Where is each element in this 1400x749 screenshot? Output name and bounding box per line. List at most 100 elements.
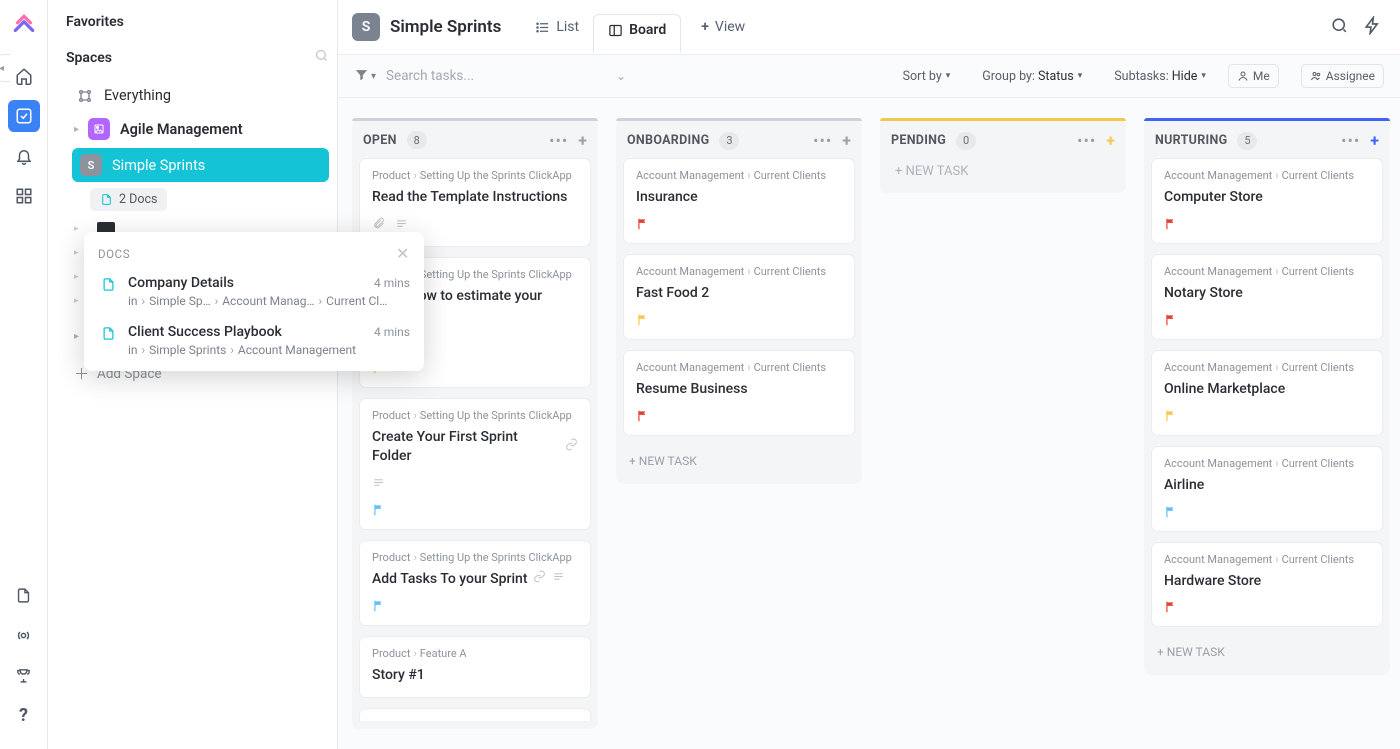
space-label: Agile Management <box>120 121 243 138</box>
add-task-icon[interactable]: + <box>842 131 851 150</box>
tasks-icon[interactable] <box>8 100 40 132</box>
column-menu-icon[interactable]: ••• <box>549 131 568 150</box>
task-breadcrumb: Product›Feature A <box>372 719 578 721</box>
task-card[interactable]: Account Management›Current Clients Resum… <box>623 350 855 436</box>
flag-icon <box>1164 600 1178 614</box>
task-breadcrumb: Account Management›Current Clients <box>636 169 842 182</box>
task-breadcrumb: Product›Setting Up the Sprints ClickApp <box>372 409 578 422</box>
add-task-icon[interactable]: + <box>578 131 587 150</box>
board-column: PENDING 0 ••• + + NEW TASK <box>880 118 1126 729</box>
task-card[interactable]: Account Management›Current Clients Onlin… <box>1151 350 1383 436</box>
add-task-icon[interactable]: + <box>1106 131 1115 150</box>
goals-icon[interactable] <box>8 659 40 691</box>
link-icon <box>565 438 578 457</box>
app-logo[interactable] <box>9 10 39 40</box>
automation-icon[interactable] <box>1363 16 1382 39</box>
filter-icon[interactable] <box>354 67 369 86</box>
board-column: OPEN 8 ••• + Product›Setting Up the Spri… <box>352 118 598 729</box>
flag-icon <box>1164 313 1178 327</box>
task-title: Add Tasks To your Sprint <box>372 570 578 589</box>
task-title: Fast Food 2 <box>636 284 842 303</box>
task-card[interactable]: Account Management›Current Clients Notar… <box>1151 254 1383 340</box>
search-icon[interactable] <box>314 48 329 67</box>
task-card[interactable]: Product›Feature A Story #2 <box>359 708 591 721</box>
page-badge: S <box>352 13 380 41</box>
search-icon[interactable] <box>1330 16 1349 39</box>
new-task-button[interactable]: + NEW TASK <box>621 446 857 476</box>
tab-list[interactable]: List <box>521 12 593 42</box>
task-breadcrumb: Account Management›Current Clients <box>636 265 842 278</box>
me-filter-button[interactable]: Me <box>1228 64 1279 88</box>
search-input[interactable] <box>386 68 526 84</box>
doc-icon <box>98 277 118 292</box>
subtasks-dropdown[interactable]: Subtasks:Hide ▾ <box>1114 69 1206 84</box>
task-title: Insurance <box>636 188 842 207</box>
space-badge: S <box>80 154 102 176</box>
help-icon[interactable]: ? <box>8 699 40 731</box>
doc-breadcrumb: in ›Simple Sp… ›Account Manag… ›Current … <box>128 294 410 308</box>
column-menu-icon[interactable]: ••• <box>1341 131 1360 150</box>
flag-icon <box>636 409 650 423</box>
sidebar-item-simple-sprints[interactable]: S Simple Sprints <box>72 148 329 182</box>
tab-add-view[interactable]: +View <box>687 12 759 42</box>
toolbar: ▾ ⌄ Sort by ▾ Group by:Status ▾ Subtasks… <box>338 55 1400 98</box>
sidebar-item-agile[interactable]: ▸ Agile Management <box>66 112 329 146</box>
docs-icon[interactable] <box>8 579 40 611</box>
sidebar-item-everything[interactable]: Everything <box>66 81 329 110</box>
board-column: ONBOARDING 3 ••• + Account Management›Cu… <box>616 118 862 729</box>
chevron-down-icon[interactable]: ⌄ <box>616 69 626 83</box>
doc-item[interactable]: Company Details4 mins in ›Simple Sp… ›Ac… <box>84 267 424 316</box>
column-count: 8 <box>407 131 427 149</box>
spaces-heading[interactable]: Spaces <box>66 50 112 66</box>
task-card[interactable]: Account Management›Current Clients Compu… <box>1151 158 1383 244</box>
favorites-heading[interactable]: Favorites <box>66 14 329 30</box>
caret-icon: ▸ <box>74 124 88 135</box>
dashboards-icon[interactable] <box>8 180 40 212</box>
tab-board[interactable]: Board <box>593 14 681 53</box>
task-breadcrumb: Account Management›Current Clients <box>1164 553 1370 566</box>
link-icon <box>533 570 546 589</box>
task-breadcrumb: Account Management›Current Clients <box>1164 361 1370 374</box>
task-title: Computer Store <box>1164 188 1370 207</box>
task-card[interactable]: Account Management›Current Clients Fast … <box>623 254 855 340</box>
column-name: ONBOARDING <box>627 133 709 148</box>
task-card[interactable]: Account Management›Current Clients Insur… <box>623 158 855 244</box>
task-card[interactable]: Account Management›Current Clients Hardw… <box>1151 542 1383 628</box>
assignee-filter-button[interactable]: Assignee <box>1301 64 1384 88</box>
task-title: Notary Store <box>1164 284 1370 303</box>
task-card[interactable]: Product›Feature A Story #1 <box>359 636 591 698</box>
sidebar-panel: Favorites Spaces Everything ▸ Agile Mana… <box>48 0 338 749</box>
column-name: PENDING <box>891 133 946 148</box>
task-title: Hardware Store <box>1164 572 1370 591</box>
sort-by-dropdown[interactable]: Sort by ▾ <box>903 69 951 84</box>
docs-pill-row[interactable]: 2 Docs <box>76 188 329 211</box>
doc-item[interactable]: Client Success Playbook4 mins in ›Simple… <box>84 316 424 365</box>
new-task-button[interactable]: + NEW TASK <box>885 158 1121 185</box>
task-breadcrumb: Account Management›Current Clients <box>1164 265 1370 278</box>
flag-icon <box>636 217 650 231</box>
group-by-dropdown[interactable]: Group by:Status ▾ <box>982 69 1082 84</box>
flag-icon <box>1164 505 1178 519</box>
task-title: Resume Business <box>636 380 842 399</box>
column-name: NURTURING <box>1155 133 1227 148</box>
column-menu-icon[interactable]: ••• <box>813 131 832 150</box>
column-menu-icon[interactable]: ••• <box>1077 131 1096 150</box>
list-icon <box>535 20 550 35</box>
task-title: Online Marketplace <box>1164 380 1370 399</box>
add-task-icon[interactable]: + <box>1370 131 1379 150</box>
docs-popover-title: DOCS <box>98 247 130 261</box>
task-card[interactable]: Product›Setting Up the Sprints ClickApp … <box>359 540 591 626</box>
docs-popover: DOCS ✕ Company Details4 mins in ›Simple … <box>84 232 424 371</box>
new-task-button[interactable]: + NEW TASK <box>1149 637 1385 667</box>
task-card[interactable]: Product›Setting Up the Sprints ClickApp … <box>359 398 591 530</box>
notifications-icon[interactable] <box>8 140 40 172</box>
collapse-sidebar-icon[interactable]: ◂ <box>0 54 10 82</box>
close-icon[interactable]: ✕ <box>396 244 410 263</box>
home-icon[interactable] <box>8 60 40 92</box>
everything-icon <box>74 88 96 104</box>
pulse-icon[interactable] <box>8 619 40 651</box>
task-breadcrumb: Product›Feature A <box>372 647 578 660</box>
flag-icon <box>1164 409 1178 423</box>
task-card[interactable]: Account Management›Current Clients Airli… <box>1151 446 1383 532</box>
doc-title: Company Details <box>128 275 234 291</box>
